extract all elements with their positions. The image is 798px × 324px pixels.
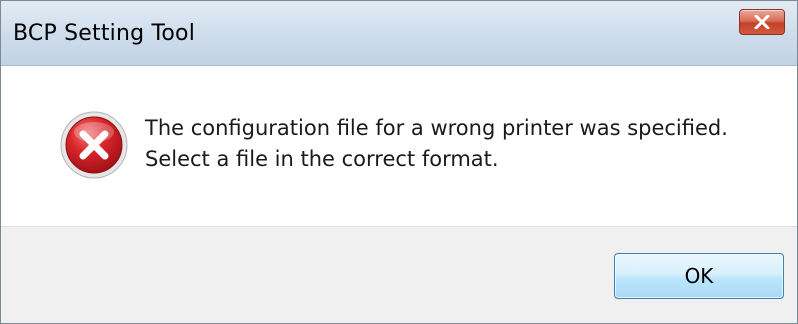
- window-title: BCP Setting Tool: [13, 21, 196, 46]
- error-dialog: BCP Setting Tool The configuration file …: [0, 0, 798, 324]
- error-message: The configuration file for a wrong print…: [145, 113, 728, 175]
- button-bar: OK: [1, 226, 797, 323]
- close-button[interactable]: [739, 9, 785, 35]
- message-line-2: Select a file in the correct format.: [145, 147, 499, 171]
- message-line-1: The configuration file for a wrong print…: [145, 116, 728, 140]
- title-bar[interactable]: BCP Setting Tool: [1, 1, 797, 66]
- close-icon: [754, 15, 770, 29]
- error-icon: [60, 111, 128, 179]
- message-area: The configuration file for a wrong print…: [1, 66, 797, 226]
- ok-button[interactable]: OK: [614, 253, 784, 299]
